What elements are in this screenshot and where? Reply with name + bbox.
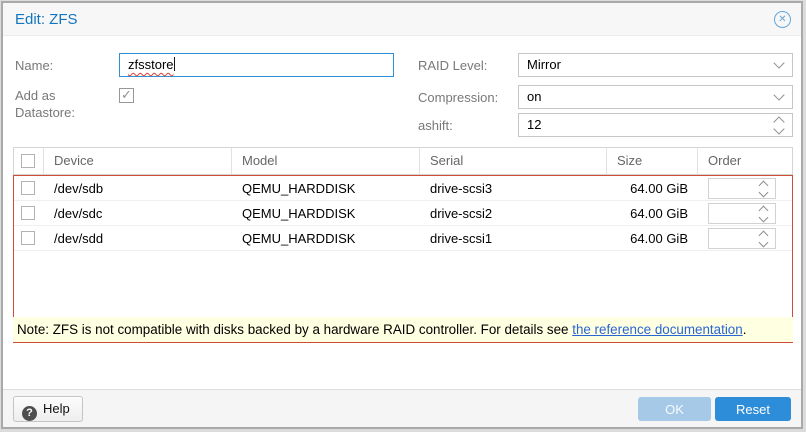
raid-level-value: Mirror [527,54,561,76]
row-checkbox[interactable] [21,231,35,245]
ashift-spinner[interactable]: 12 [518,113,793,137]
close-icon[interactable]: ✕ [774,11,791,28]
dialog-title: Edit: ZFS [15,3,78,36]
chevron-down-icon[interactable] [768,86,792,108]
model-cell: QEMU_HARDDISK [232,231,420,246]
help-button-label: Help [43,401,70,416]
column-header-size[interactable]: Size [607,148,698,174]
spinner-down-icon[interactable] [759,237,769,247]
dialog-titlebar: Edit: ZFS ✕ [3,3,801,36]
zfs-note: Note: ZFS is not compatible with disks b… [13,317,793,342]
help-icon: ? [22,406,37,421]
order-spinner[interactable] [708,178,776,199]
compression-label: Compression: [418,90,498,105]
column-header-model[interactable]: Model [232,148,420,174]
text-caret [174,57,175,71]
name-label: Name: [15,58,53,73]
column-header-order[interactable]: Order [698,148,792,174]
size-cell: 64.00 GiB [607,181,698,196]
spinner-down-icon[interactable] [773,123,784,134]
table-row[interactable]: /dev/sdb QEMU_HARDDISK drive-scsi3 64.00… [14,176,792,201]
spinner-down-icon[interactable] [759,212,769,222]
select-all-cell [14,148,44,174]
note-text-suffix: . [743,322,747,337]
spinner-down-icon[interactable] [759,187,769,197]
size-cell: 64.00 GiB [607,206,698,221]
compression-select[interactable]: on [518,85,793,109]
device-cell: /dev/sdc [44,206,232,221]
row-checkbox[interactable] [21,206,35,220]
select-all-checkbox[interactable] [21,154,35,168]
ok-button[interactable]: OK [638,397,711,421]
ashift-label: ashift: [418,118,453,133]
disk-table: Device Model Serial Size Order /dev/sdb … [13,147,793,343]
serial-cell: drive-scsi1 [420,231,607,246]
disk-table-header: Device Model Serial Size Order [13,147,793,175]
help-button[interactable]: ? Help [13,396,83,422]
raid-level-label: RAID Level: [418,58,487,73]
reset-button[interactable]: Reset [715,397,791,421]
row-checkbox[interactable] [21,181,35,195]
table-row[interactable]: /dev/sdd QEMU_HARDDISK drive-scsi1 64.00… [14,226,792,251]
chevron-down-icon[interactable] [768,54,792,76]
note-text: Note: ZFS is not compatible with disks b… [17,322,572,337]
serial-cell: drive-scsi3 [420,181,607,196]
size-cell: 64.00 GiB [607,231,698,246]
name-input[interactable]: zfsstore [119,53,394,77]
model-cell: QEMU_HARDDISK [232,181,420,196]
compression-value: on [527,86,541,108]
ashift-value: 12 [527,114,541,136]
column-header-device[interactable]: Device [44,148,232,174]
order-spinner[interactable] [708,228,776,249]
raid-level-select[interactable]: Mirror [518,53,793,77]
reference-documentation-link[interactable]: the reference documentation [572,322,742,337]
add-as-datastore-label: Add as Datastore: [15,87,110,121]
dialog-footer: ? Help OK Reset [3,389,801,427]
device-cell: /dev/sdd [44,231,232,246]
model-cell: QEMU_HARDDISK [232,206,420,221]
serial-cell: drive-scsi2 [420,206,607,221]
edit-zfs-dialog: Edit: ZFS ✕ Name: zfsstore Add as Datast… [1,1,803,429]
add-as-datastore-checkbox[interactable] [119,88,134,103]
order-spinner[interactable] [708,203,776,224]
column-header-serial[interactable]: Serial [420,148,607,174]
device-cell: /dev/sdb [44,181,232,196]
table-row[interactable]: /dev/sdc QEMU_HARDDISK drive-scsi2 64.00… [14,201,792,226]
name-input-value: zfsstore [128,57,174,72]
